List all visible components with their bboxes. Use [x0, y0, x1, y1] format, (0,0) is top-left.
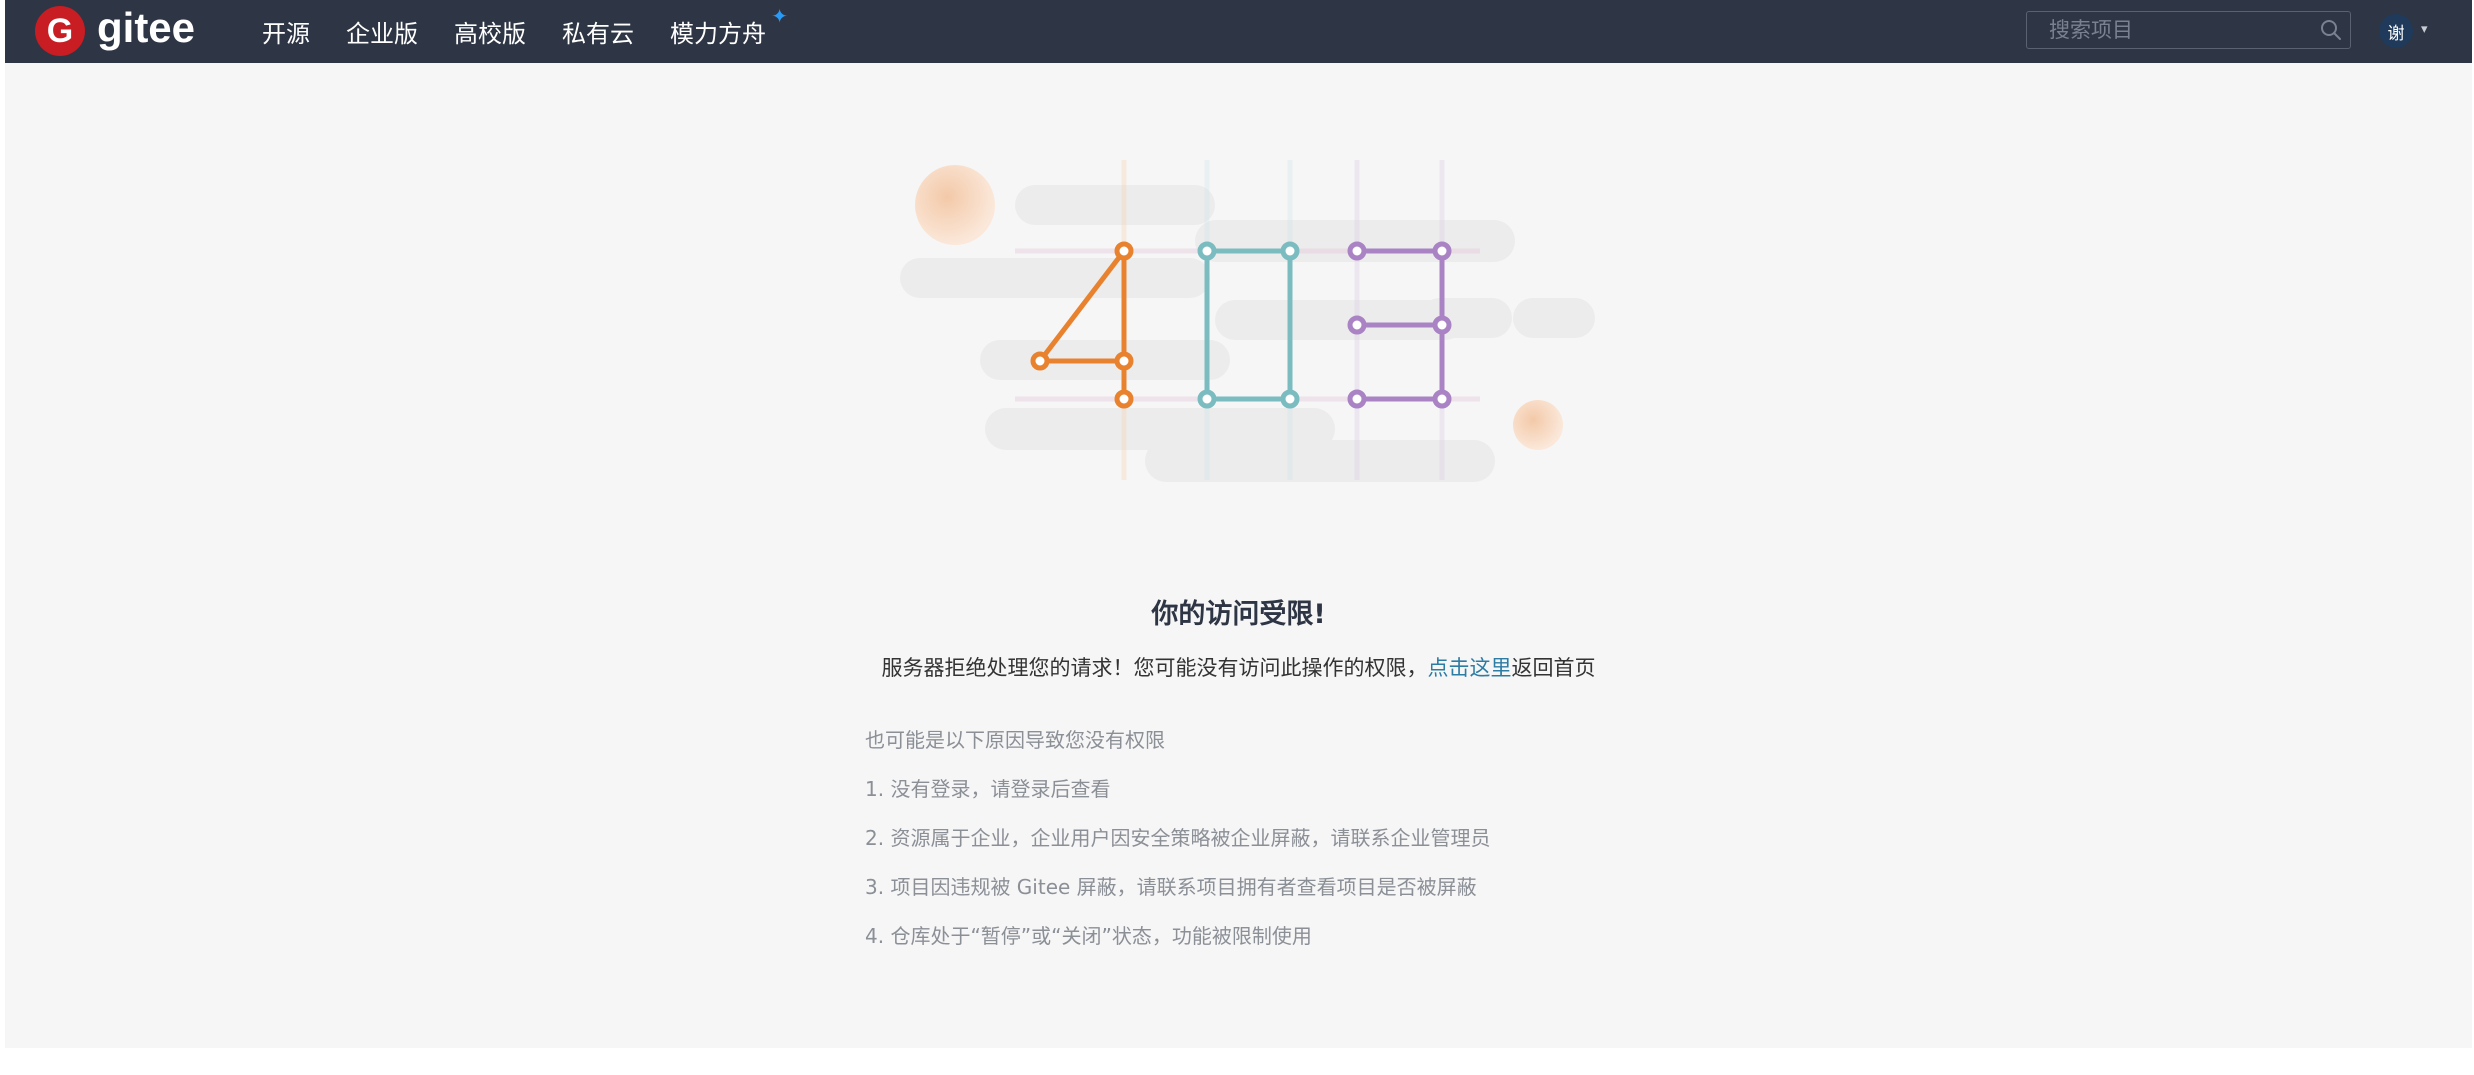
nav-link-moli[interactable]: 模力方舟 ✦: [670, 4, 788, 49]
reason-item: 2. 资源属于企业，企业用户因安全策略被企业屏蔽，请联系企业管理员: [865, 826, 1491, 850]
gitee-logo[interactable]: G gitee: [35, 5, 195, 57]
gitee-logo-icon: G: [35, 6, 85, 56]
reason-item: 4. 仓库处于“暂停”或“关闭”状态，功能被限制使用: [865, 924, 1312, 948]
cloud-shapes: [900, 185, 1595, 482]
user-avatar[interactable]: 谢: [2379, 14, 2413, 48]
error-message: 服务器拒绝处理您的请求！您可能没有访问此操作的权限，点击这里返回首页: [5, 652, 2472, 682]
top-navbar: G gitee 开源 企业版 高校版 私有云 模力方舟 ✦ 谢 ▾: [5, 0, 2472, 63]
reason-item: 1. 没有登录，请登录后查看: [865, 777, 1111, 801]
error-title: 你的访问受限!: [1151, 599, 1326, 630]
digit-3: [1357, 248, 1445, 402]
error-403-illustration: [900, 160, 1595, 482]
reason-item: 3. 项目因违规被 Gitee 屏蔽，请联系项目拥有者查看项目是否被屏蔽: [865, 875, 1477, 899]
nav-link-private-cloud[interactable]: 私有云: [562, 14, 634, 49]
search-icon[interactable]: [2319, 18, 2343, 42]
search-box: [2026, 11, 2351, 49]
chevron-down-icon[interactable]: ▾: [2421, 22, 2428, 37]
nav-link-moli-label: 模力方舟: [670, 20, 766, 48]
page: G gitee 开源 企业版 高校版 私有云 模力方舟 ✦ 谢 ▾: [5, 0, 2472, 1048]
error-message-text: 服务器拒绝处理您的请求！您可能没有访问此操作的权限，: [881, 656, 1428, 680]
search-input[interactable]: [2047, 17, 2319, 43]
sparkle-icon: ✦: [771, 4, 788, 28]
reasons-list: 也可能是以下原因导致您没有权限 1. 没有登录，请登录后查看 2. 资源属于企业…: [865, 728, 1490, 973]
nav-links: 开源 企业版 高校版 私有云 模力方舟 ✦: [262, 0, 802, 63]
reasons-intro: 也可能是以下原因导致您没有权限: [865, 728, 1165, 752]
decor-circle-right: [1513, 400, 1563, 450]
nav-link-education[interactable]: 高校版: [454, 14, 526, 49]
return-home-link[interactable]: 点击这里: [1428, 656, 1512, 680]
decor-circle-left: [915, 165, 995, 245]
nav-link-enterprise[interactable]: 企业版: [346, 14, 418, 49]
brand-name: gitee: [97, 4, 196, 51]
error-message-suffix: 返回首页: [1511, 656, 1596, 680]
nav-link-open-source[interactable]: 开源: [262, 14, 310, 49]
